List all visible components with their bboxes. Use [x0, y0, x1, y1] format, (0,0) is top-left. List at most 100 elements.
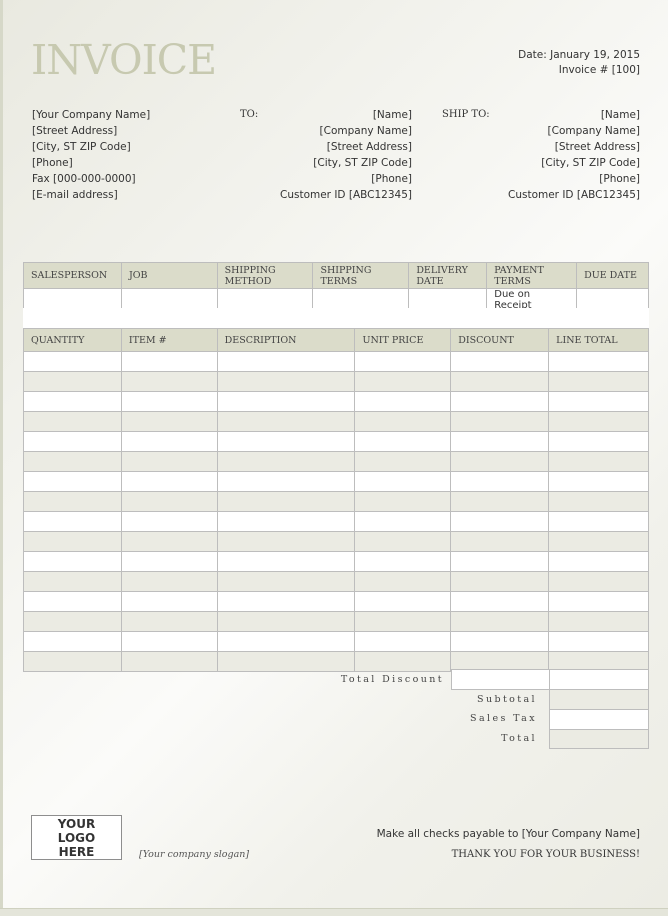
description-cell[interactable]	[216, 551, 356, 572]
description-cell[interactable]	[216, 591, 356, 612]
item-number-cell[interactable]	[120, 391, 218, 412]
quantity-cell[interactable]	[23, 451, 122, 472]
total-discount-line-total-field[interactable]	[549, 669, 649, 690]
item-number-cell[interactable]	[120, 651, 218, 672]
description-cell[interactable]	[216, 511, 356, 532]
description-cell[interactable]	[216, 451, 356, 472]
quantity-cell[interactable]	[23, 511, 122, 532]
discount-cell[interactable]	[450, 451, 550, 472]
item-number-cell[interactable]	[120, 351, 218, 372]
discount-cell[interactable]	[450, 551, 550, 572]
item-number-cell[interactable]	[120, 511, 218, 532]
discount-cell[interactable]	[450, 611, 550, 632]
line-total-cell[interactable]	[548, 371, 649, 392]
unit-price-cell[interactable]	[354, 551, 452, 572]
line-total-cell[interactable]	[548, 531, 649, 552]
line-total-cell[interactable]	[548, 631, 649, 652]
line-total-cell[interactable]	[548, 571, 649, 592]
description-cell[interactable]	[216, 571, 356, 592]
line-total-cell[interactable]	[548, 451, 649, 472]
quantity-cell[interactable]	[23, 391, 122, 412]
discount-cell[interactable]	[450, 391, 550, 412]
quantity-cell[interactable]	[23, 591, 122, 612]
unit-price-cell[interactable]	[354, 351, 452, 372]
line-total-cell[interactable]	[548, 391, 649, 412]
total-field[interactable]	[549, 729, 649, 749]
description-cell[interactable]	[216, 351, 356, 372]
unit-price-cell[interactable]	[354, 591, 452, 612]
unit-price-cell[interactable]	[354, 631, 452, 652]
discount-cell[interactable]	[450, 371, 550, 392]
line-total-cell[interactable]	[548, 351, 649, 372]
unit-price-cell[interactable]	[354, 391, 452, 412]
discount-cell[interactable]	[450, 351, 550, 372]
line-total-cell[interactable]	[548, 491, 649, 512]
quantity-cell[interactable]	[23, 491, 122, 512]
quantity-cell[interactable]	[23, 631, 122, 652]
unit-price-cell[interactable]	[354, 471, 452, 492]
invoice-number: Invoice # [100]	[558, 64, 640, 76]
item-number-cell[interactable]	[120, 551, 218, 572]
quantity-cell[interactable]	[23, 411, 122, 432]
line-total-cell[interactable]	[548, 591, 649, 612]
quantity-cell[interactable]	[23, 651, 122, 672]
line-total-cell[interactable]	[548, 471, 649, 492]
description-cell[interactable]	[216, 371, 356, 392]
description-cell[interactable]	[216, 411, 356, 432]
discount-cell[interactable]	[450, 491, 550, 512]
unit-price-cell[interactable]	[354, 571, 452, 592]
item-number-cell[interactable]	[120, 371, 218, 392]
unit-price-cell[interactable]	[354, 431, 452, 452]
subtotal-field[interactable]	[549, 689, 649, 710]
item-number-cell[interactable]	[120, 531, 218, 552]
description-cell[interactable]	[216, 431, 356, 452]
unit-price-cell[interactable]	[354, 611, 452, 632]
line-total-cell[interactable]	[548, 551, 649, 572]
discount-cell[interactable]	[450, 591, 550, 612]
description-cell[interactable]	[216, 391, 356, 412]
unit-price-cell[interactable]	[354, 411, 452, 432]
description-cell[interactable]	[216, 611, 356, 632]
description-cell[interactable]	[216, 651, 356, 672]
description-cell[interactable]	[216, 531, 356, 552]
unit-price-cell[interactable]	[354, 491, 452, 512]
discount-cell[interactable]	[450, 631, 550, 652]
unit-price-cell[interactable]	[354, 531, 452, 552]
discount-cell[interactable]	[450, 431, 550, 452]
description-cell[interactable]	[216, 631, 356, 652]
sales-tax-field[interactable]	[549, 709, 649, 730]
quantity-cell[interactable]	[23, 571, 122, 592]
item-number-cell[interactable]	[120, 411, 218, 432]
quantity-cell[interactable]	[23, 431, 122, 452]
description-cell[interactable]	[216, 491, 356, 512]
quantity-cell[interactable]	[23, 531, 122, 552]
unit-price-cell[interactable]	[354, 511, 452, 532]
discount-cell[interactable]	[450, 471, 550, 492]
total-discount-field[interactable]	[451, 669, 550, 690]
discount-cell[interactable]	[450, 571, 550, 592]
quantity-cell[interactable]	[23, 551, 122, 572]
item-number-cell[interactable]	[120, 591, 218, 612]
unit-price-cell[interactable]	[354, 371, 452, 392]
quantity-cell[interactable]	[23, 351, 122, 372]
item-number-cell[interactable]	[120, 611, 218, 632]
discount-cell[interactable]	[450, 511, 550, 532]
description-cell[interactable]	[216, 471, 356, 492]
line-total-cell[interactable]	[548, 411, 649, 432]
unit-price-cell[interactable]	[354, 451, 452, 472]
quantity-cell[interactable]	[23, 371, 122, 392]
line-total-cell[interactable]	[548, 611, 649, 632]
item-number-cell[interactable]	[120, 451, 218, 472]
quantity-cell[interactable]	[23, 471, 122, 492]
item-number-cell[interactable]	[120, 491, 218, 512]
item-number-cell[interactable]	[120, 431, 218, 452]
item-number-cell[interactable]	[120, 631, 218, 652]
line-total-cell[interactable]	[548, 431, 649, 452]
item-number-cell[interactable]	[120, 571, 218, 592]
unit-price-cell[interactable]	[354, 651, 452, 672]
discount-cell[interactable]	[450, 411, 550, 432]
discount-cell[interactable]	[450, 531, 550, 552]
line-total-cell[interactable]	[548, 511, 649, 532]
quantity-cell[interactable]	[23, 611, 122, 632]
item-number-cell[interactable]	[120, 471, 218, 492]
